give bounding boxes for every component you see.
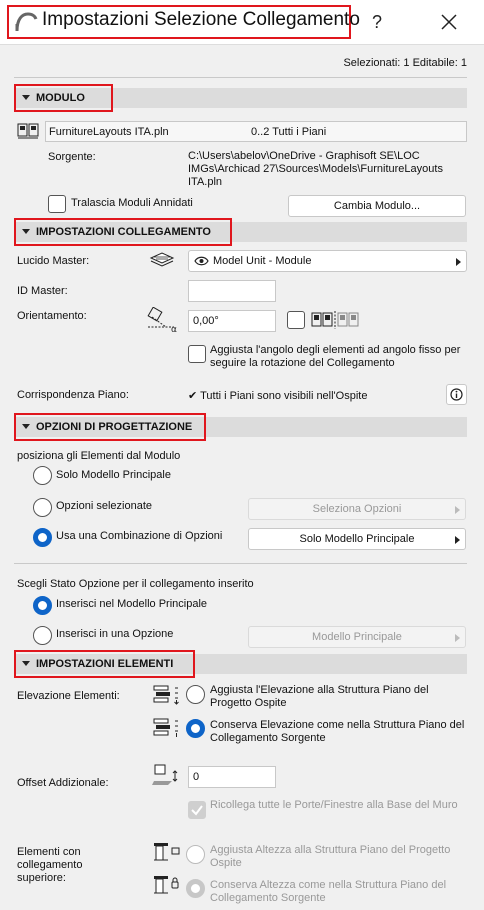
section-modulo-title[interactable]: MODULO: [22, 92, 85, 104]
master-layer-label: Lucido Master:: [17, 255, 90, 267]
section-link-title[interactable]: IMPOSTAZIONI COLLEGAMENTO: [22, 226, 211, 238]
divider: [14, 77, 467, 78]
help-button[interactable]: ?: [364, 8, 390, 36]
position-elements-label: posiziona gli Elementi dal Modulo: [17, 450, 181, 462]
dropdown-arrow-icon: [455, 536, 460, 544]
adjust-angle-label: Aggiusta l'angolo degli elementi ad ango…: [210, 344, 461, 369]
close-button[interactable]: [436, 8, 462, 36]
checkmark-icon: ✔: [188, 390, 198, 402]
option-combination-radio[interactable]: [33, 528, 52, 547]
insert-main-model-label: Inserisci nel Modello Principale: [56, 598, 208, 610]
checkmark-icon: [191, 805, 203, 816]
floor-match-value: Tutti i Piani sono visibili nell'Ospite: [200, 390, 368, 402]
collapse-triangle-icon: [22, 423, 30, 429]
master-layer-value: Model Unit - Module: [213, 255, 312, 267]
divider: [14, 563, 467, 564]
section-element-label: IMPOSTAZIONI ELEMENTI: [36, 658, 174, 670]
elevation-adjust-label: Aggiusta l'Elevazione alla Struttura Pia…: [210, 684, 429, 709]
height-adjust-label: Aggiusta Altezza alla Struttura Piano de…: [210, 844, 451, 869]
dropdown-arrow-icon: [455, 506, 460, 514]
top-linked-label: Elementi con collegamento superiore:: [17, 846, 83, 884]
layer-icon: [149, 252, 175, 267]
rotation-angle-icon: α: [147, 307, 177, 333]
section-design-title[interactable]: OPZIONI DI PROGETTAZIONE: [22, 421, 192, 433]
height-adjust-icon: [154, 843, 180, 861]
info-button[interactable]: [446, 384, 467, 405]
height-keep-label: Conserva Altezza come nella Struttura Pi…: [210, 879, 447, 904]
mirror-icon: [311, 311, 359, 329]
select-options-label: Seleziona Opzioni: [312, 503, 402, 515]
option-combination-label: Usa una Combinazione di Opzioni: [56, 530, 223, 542]
insert-option-value: Modello Principale: [312, 631, 402, 643]
archicad-logo-icon: [15, 12, 38, 32]
insert-main-model-radio[interactable]: [33, 596, 52, 615]
dropdown-arrow-icon: [456, 258, 461, 266]
orientation-input[interactable]: 0,00°: [188, 310, 276, 332]
insert-option-dropdown: Modello Principale: [248, 626, 466, 648]
module-file-icon: [17, 123, 39, 139]
main-model-only-label: Solo Modello Principale: [56, 469, 171, 481]
offset-input[interactable]: 0: [188, 766, 276, 788]
change-module-button[interactable]: Cambia Modulo...: [288, 195, 466, 217]
module-floors: 0..2 Tutti i Piani: [251, 126, 327, 138]
selected-options-label: Opzioni selezionate: [56, 500, 153, 512]
adjust-angle-checkbox[interactable]: [188, 345, 206, 363]
option-combination-dropdown[interactable]: Solo Modello Principale: [248, 528, 466, 550]
section-modulo-label: MODULO: [36, 92, 85, 104]
master-layer-dropdown[interactable]: Model Unit - Module: [188, 250, 467, 272]
info-icon: [450, 388, 463, 401]
eye-icon: [194, 256, 209, 266]
mirror-checkbox[interactable]: [287, 311, 305, 329]
section-design-label: OPZIONI DI PROGETTAZIONE: [36, 421, 193, 433]
offset-label: Offset Addizionale:: [17, 777, 109, 789]
skip-nested-label: Tralascia Moduli Annidati: [71, 197, 193, 209]
elevation-adjust-radio[interactable]: [186, 685, 205, 704]
master-id-label: ID Master:: [17, 285, 68, 297]
elevation-keep-radio[interactable]: [186, 719, 205, 738]
height-keep-radio: [186, 879, 205, 898]
collapse-triangle-icon: [22, 660, 30, 666]
elevation-adjust-icon: [153, 685, 179, 705]
skip-nested-checkbox[interactable]: [48, 195, 66, 213]
option-combination-value: Solo Modello Principale: [299, 533, 415, 545]
master-id-input[interactable]: [188, 280, 276, 302]
dropdown-arrow-icon: [455, 634, 460, 642]
source-label: Sorgente:: [48, 151, 96, 163]
insert-in-option-label: Inserisci in una Opzione: [56, 628, 174, 640]
floor-match-value-row: ✔ Tutti i Piani sono visibili nell'Ospit…: [188, 389, 367, 402]
selected-options-radio[interactable]: [33, 498, 52, 517]
select-options-button: Seleziona Opzioni: [248, 498, 466, 520]
section-link-label: IMPOSTAZIONI COLLEGAMENTO: [36, 226, 211, 238]
window-title: Impostazioni Selezione Collegamento: [42, 9, 360, 30]
floor-match-label: Corrispondenza Piano:: [17, 389, 129, 401]
svg-text:α: α: [171, 325, 177, 333]
elevation-label: Elevazione Elementi:: [17, 690, 120, 702]
source-path: C:\Users\abelov\OneDrive - Graphisoft SE…: [188, 150, 443, 188]
insert-in-option-radio[interactable]: [33, 626, 52, 645]
option-state-label: Scegli Stato Opzione per il collegamento…: [17, 578, 254, 590]
module-file-name: FurnitureLayouts ITA.pln: [49, 126, 169, 138]
orientation-label: Orientamento:: [17, 310, 87, 322]
close-icon: [441, 14, 457, 30]
collapse-triangle-icon: [22, 94, 30, 100]
elevation-keep-icon: [153, 718, 178, 737]
offset-icon: [152, 764, 178, 785]
reconnect-doors-label: Ricollega tutte le Porte/Finestre alla B…: [210, 799, 458, 811]
main-model-only-radio[interactable]: [33, 466, 52, 485]
height-keep-icon: [154, 876, 179, 894]
elevation-keep-label: Conserva Elevazione come nella Struttura…: [210, 719, 465, 744]
collapse-triangle-icon: [22, 228, 30, 234]
reconnect-doors-checkbox: [188, 801, 206, 819]
section-element-title[interactable]: IMPOSTAZIONI ELEMENTI: [22, 658, 173, 670]
height-adjust-radio: [186, 845, 205, 864]
selection-info: Selezionati: 1 Editabile: 1: [343, 57, 467, 69]
